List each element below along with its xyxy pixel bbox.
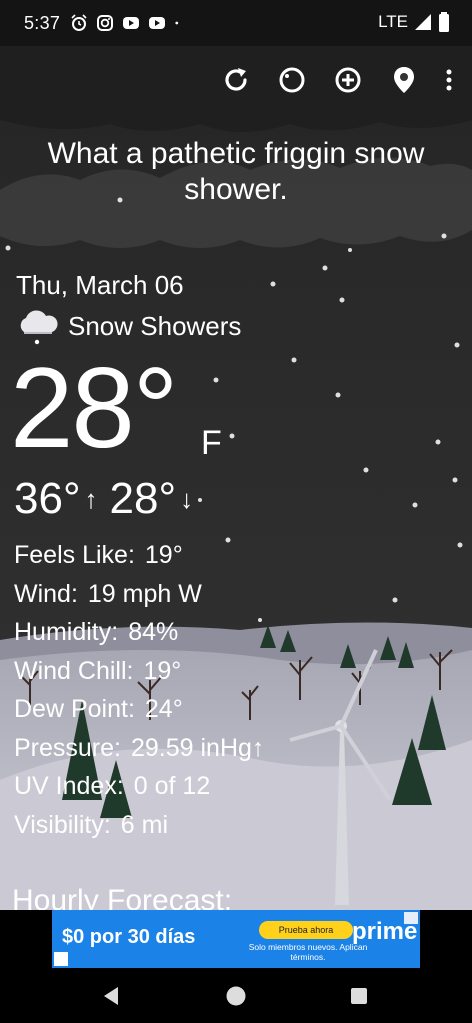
condition-row: Snow Showers [14,306,241,346]
detail-value: 19° [144,541,183,569]
navigation-bar [0,968,472,1023]
location-icon [394,67,414,93]
ad-cta-button[interactable]: Prueba ahora [259,921,353,939]
detail-row: Dew Point: 24° [14,690,264,729]
detail-label: Visibility: [14,810,111,839]
refresh-icon [225,68,247,91]
detail-row: Humidity: 84% [14,613,264,652]
forecast-date: Thu, March 06 [16,270,184,300]
snow-cloud-icon [20,310,58,345]
detail-value: 0 of 12 [133,772,211,800]
high-low-row: 36° ↑ 28° ↓ [14,474,205,524]
network-label: LTE [378,12,408,31]
more-options-button[interactable] [440,62,458,98]
detail-label: Pressure: [14,733,121,762]
dot-icon [175,21,179,25]
ad-area: $0 por 30 días Prueba ahora Solo miembro… [0,910,472,968]
instagram-icon [97,15,114,31]
ad-banner[interactable]: $0 por 30 días Prueba ahora Solo miembro… [52,910,420,968]
recents-icon[interactable] [345,982,373,1010]
detail-value: 6 mi [120,810,169,839]
signal-icon [415,14,431,30]
status-bar: 5:37 LTE [0,0,472,46]
detail-row: Wind Chill: 19° [14,652,264,691]
detail-label: Feels Like: [14,541,135,569]
theme-button[interactable] [274,62,310,98]
battery-icon [439,12,449,32]
detail-row: Feels Like: 19° [14,536,264,575]
temperature-unit: F [201,424,222,462]
detail-label: Wind: [14,579,78,608]
detail-value: 24° [144,695,183,723]
status-right: LTE [378,12,450,32]
home-icon[interactable] [222,982,250,1010]
detail-label: UV Index: [14,772,124,800]
detail-value: 29.59 inHg↑ [130,733,265,762]
detail-value: 84% [128,618,179,646]
add-location-button[interactable] [330,62,366,98]
youtube-icon [123,17,140,29]
ad-offer-text: $0 por 30 días [62,926,196,948]
weather-details: Feels Like: 19° Wind: 19 mph W Humidity: 84… [14,536,264,844]
adchoices-icon[interactable] [404,912,418,924]
back-icon[interactable] [98,982,126,1010]
condition-text: Snow Showers [68,310,242,341]
high-arrow-icon: ↑ [84,483,98,514]
advertiser-logo [54,952,68,966]
ad-fine-print: Solo miembros nuevos. Aplican términos. [248,942,368,962]
detail-row: Pressure: 29.59 inHg↑ [14,729,264,768]
current-temperature: 28° [10,345,178,472]
youtube-icon [149,17,166,29]
refresh-button[interactable] [218,62,254,98]
location-button[interactable] [386,62,422,98]
high-temperature: 36° [14,474,81,523]
detail-label: Wind Chill: [14,656,134,685]
weather-app-screen: 5:37 LTE What a pathetic friggin snow sh… [0,0,472,1023]
detail-value: 19 mph W [87,579,202,608]
alarm-icon [71,14,87,31]
headline-quip: What a pathetic friggin snow shower. [47,137,425,206]
detail-row: Visibility: 6 mi [14,806,264,845]
more-vert-icon [446,69,452,91]
detail-label: Dew Point: [14,695,135,723]
detail-row: Wind: 19 mph W [14,575,264,614]
detail-value: 19° [143,656,182,685]
toolbar [198,62,458,98]
detail-label: Humidity: [14,618,119,646]
add-icon [335,67,361,93]
status-time: 5:37 [24,12,61,33]
detail-row: UV Index: 0 of 12 [14,767,264,806]
low-temperature: 28° [109,474,177,523]
low-arrow-icon: ↓ [180,483,194,514]
theme-icon [279,67,305,93]
